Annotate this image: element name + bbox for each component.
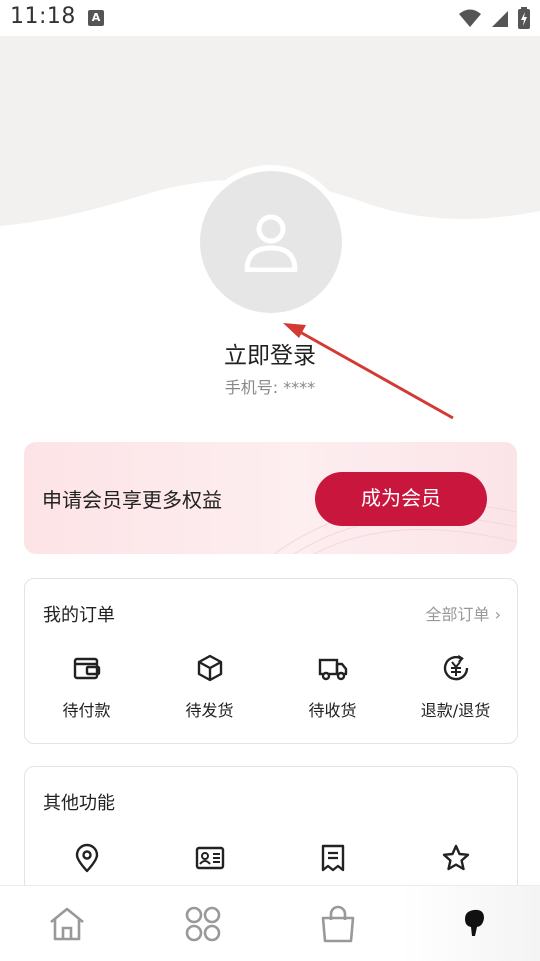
id-card-icon: [195, 846, 224, 870]
refund-icon: [443, 654, 468, 681]
become-member-button[interactable]: 成为会员: [315, 472, 487, 526]
other-functions-title: 其他功能: [43, 793, 115, 814]
membership-banner: 申请会员享更多权益 成为会员: [24, 442, 517, 554]
tab-profile[interactable]: [454, 904, 494, 944]
package-icon: [197, 654, 222, 682]
other-functions-grid: [25, 843, 517, 873]
receipt-icon: [321, 844, 344, 872]
phone-label: 手机号: ****: [224, 378, 316, 397]
status-bar: 11:18 A: [0, 0, 540, 36]
profile-icon: [465, 909, 484, 936]
function-favorites[interactable]: [394, 843, 517, 873]
function-address[interactable]: [25, 843, 148, 873]
tab-category[interactable]: [183, 904, 223, 944]
orders-title: 我的订单: [43, 605, 115, 626]
notification-icon: A: [88, 10, 104, 26]
tab-cart[interactable]: [318, 904, 358, 944]
star-icon: [442, 844, 469, 871]
orders-grid: 待付款 待发货 待收货 退款/退货: [25, 653, 517, 721]
battery-icon: [518, 7, 530, 29]
function-id-card[interactable]: [148, 843, 271, 873]
function-receipt[interactable]: [271, 843, 394, 873]
tab-home[interactable]: [47, 904, 87, 944]
order-item-label: 待发货: [185, 701, 234, 720]
orders-card: 我的订单 全部订单 › 待付款 待发货 待收货 退款/退货: [24, 578, 518, 744]
wifi-icon: [459, 9, 481, 27]
home-icon: [50, 907, 84, 941]
order-pending-shipment[interactable]: 待发货: [148, 653, 271, 721]
membership-text: 申请会员享更多权益: [42, 488, 222, 512]
order-item-label: 待付款: [62, 701, 111, 720]
order-pending-payment[interactable]: 待付款: [25, 653, 148, 721]
wallet-icon: [73, 657, 100, 680]
truck-icon: [318, 658, 347, 681]
order-pending-receipt[interactable]: 待收货: [271, 653, 394, 721]
order-refund-return[interactable]: 退款/退货: [394, 653, 517, 721]
avatar[interactable]: [200, 171, 342, 313]
user-icon: [244, 214, 298, 272]
signal-icon: [492, 11, 508, 27]
login-button[interactable]: 立即登录: [0, 336, 540, 370]
order-item-label: 退款/退货: [420, 701, 491, 720]
status-time: 11:18: [10, 4, 76, 29]
bag-icon: [321, 905, 355, 943]
status-indicators: [458, 6, 530, 30]
location-icon: [75, 843, 98, 873]
category-icon: [185, 906, 221, 942]
order-item-label: 待收货: [308, 701, 357, 720]
bottom-tab-bar: [0, 885, 540, 961]
all-orders-link[interactable]: 全部订单 ›: [426, 601, 502, 625]
